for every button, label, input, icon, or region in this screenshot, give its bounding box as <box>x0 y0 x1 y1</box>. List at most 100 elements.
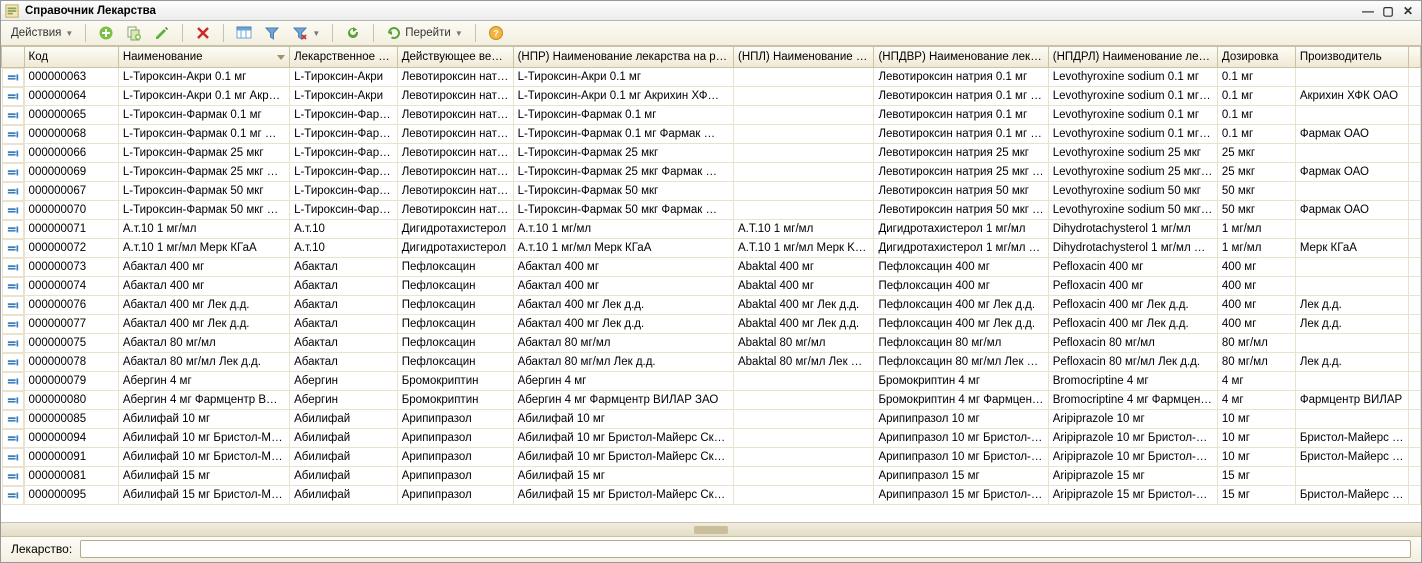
table-row[interactable]: 000000073Абактал 400 мгАбакталПефлоксаци… <box>2 258 1421 277</box>
cell-leksred: Абактал <box>290 334 398 353</box>
col-npr-header[interactable]: (НПР) Наименование лекарства на рус… <box>513 47 733 67</box>
table-row[interactable]: 000000063L-Тироксин-Акри 0.1 мгL-Тирокси… <box>2 67 1421 87</box>
table-row[interactable]: 000000080Абергин 4 мг Фармцентр В…Аберги… <box>2 391 1421 410</box>
maximize-button[interactable]: ▢ <box>1379 4 1397 18</box>
refresh-button[interactable] <box>341 23 365 43</box>
cell-deistv: Пефлоксацин <box>397 353 513 372</box>
col-tail-header[interactable] <box>1408 47 1420 67</box>
cell-code: 000000077 <box>24 315 118 334</box>
cell-doz: 0.1 мг <box>1217 87 1295 106</box>
filter-input[interactable] <box>80 540 1411 558</box>
filter-table-button[interactable] <box>232 23 256 43</box>
row-marker <box>2 125 24 144</box>
row-marker <box>2 315 24 334</box>
cell-npr: L-Тироксин-Фармак 25 мкг <box>513 144 733 163</box>
cell-leksred: Абактал <box>290 315 398 334</box>
titlebar[interactable]: Справочник Лекарства — ▢ ✕ <box>1 1 1421 21</box>
cell-npdrl: Levothyroxine sodium 50 мкг <box>1048 182 1217 201</box>
table-row[interactable]: 000000091Абилифай 10 мг Бристол-Ма…Абили… <box>2 448 1421 467</box>
col-name-header[interactable]: Наименование <box>118 47 289 67</box>
table-row[interactable]: 000000067L-Тироксин-Фармак 50 мкгL-Тирок… <box>2 182 1421 201</box>
col-npl-header[interactable]: (НПЛ) Наименование ле… <box>733 47 873 67</box>
help-button[interactable]: ? <box>484 23 508 43</box>
filter-clear-button[interactable]: ▼ <box>288 23 324 43</box>
cell-npl <box>733 106 873 125</box>
row-marker <box>2 258 24 277</box>
cell-code: 000000069 <box>24 163 118 182</box>
row-marker <box>2 429 24 448</box>
table-row[interactable]: 000000079Абергин 4 мгАбергинБромокриптин… <box>2 372 1421 391</box>
table-row[interactable]: 000000072А.т.10 1 мг/мл Мерк КГаАА.т.10Д… <box>2 239 1421 258</box>
col-doz-header[interactable]: Дозировка <box>1217 47 1295 67</box>
row-marker <box>2 144 24 163</box>
minimize-button[interactable]: — <box>1359 4 1377 18</box>
cell-npl <box>733 448 873 467</box>
col-leksred-header[interactable]: Лекарственное с… <box>290 47 398 67</box>
refresh-icon <box>345 25 361 41</box>
col-npldvr-header[interactable]: (НПДВР) Наименование лекар… <box>874 47 1048 67</box>
cell-tail <box>1408 87 1420 106</box>
scrollbar-thumb[interactable] <box>694 526 728 534</box>
cell-npl <box>733 201 873 220</box>
table-row[interactable]: 000000094Абилифай 10 мг Бристол-Ма…Абили… <box>2 429 1421 448</box>
col-code-header[interactable]: Код <box>24 47 118 67</box>
cell-proizv: Фармцентр ВИЛАР <box>1295 391 1408 410</box>
cell-npl <box>733 486 873 505</box>
cell-npl <box>733 391 873 410</box>
column-header-row[interactable]: Код Наименование Лекарственное с… Действ… <box>2 47 1421 67</box>
edit-button[interactable] <box>150 23 174 43</box>
cell-leksred: А.т.10 <box>290 239 398 258</box>
table-row[interactable]: 000000070L-Тироксин-Фармак 50 мкг …L-Тир… <box>2 201 1421 220</box>
cell-proizv: Лек д.д. <box>1295 353 1408 372</box>
table-row[interactable]: 000000076Абактал 400 мг Лек д.д.АбакталП… <box>2 296 1421 315</box>
cell-tail <box>1408 277 1420 296</box>
cell-tail <box>1408 67 1420 87</box>
table-row[interactable]: 000000064L-Тироксин-Акри 0.1 мг Акр…L-Ти… <box>2 87 1421 106</box>
cell-npdrl: Levothyroxine sodium 0.1 мг … <box>1048 125 1217 144</box>
horizontal-scrollbar[interactable] <box>1 522 1421 536</box>
grid-scroll[interactable]: Код Наименование Лекарственное с… Действ… <box>1 47 1421 522</box>
table-row[interactable]: 000000075Абактал 80 мг/млАбакталПефлокса… <box>2 334 1421 353</box>
table-row[interactable]: 000000065L-Тироксин-Фармак 0.1 мгL-Тирок… <box>2 106 1421 125</box>
table-row[interactable]: 000000071А.т.10 1 мг/млА.т.10Дигидротахи… <box>2 220 1421 239</box>
table-row[interactable]: 000000069L-Тироксин-Фармак 25 мкг …L-Тир… <box>2 163 1421 182</box>
col-proizv-header[interactable]: Производитель <box>1295 47 1408 67</box>
table-row[interactable]: 000000095Абилифай 15 мг Бристол-Ма…Абили… <box>2 486 1421 505</box>
close-button[interactable]: ✕ <box>1399 4 1417 18</box>
table-row[interactable]: 000000077Абактал 400 мг Лек д.д.АбакталП… <box>2 315 1421 334</box>
cell-proizv: Бристол-Майерс Ск <box>1295 429 1408 448</box>
cell-code: 000000074 <box>24 277 118 296</box>
cell-npl: Abaktal 400 мг Лек д.д. <box>733 296 873 315</box>
cell-npr: Абактал 80 мг/мл <box>513 334 733 353</box>
cell-deistv: Арипипразол <box>397 448 513 467</box>
cell-npr: L-Тироксин-Акри 0.1 мг Акрихин ХФ… <box>513 87 733 106</box>
table-row[interactable]: 000000085Абилифай 10 мгАбилифайАрипипраз… <box>2 410 1421 429</box>
table-row[interactable]: 000000078Абактал 80 мг/мл Лек д.д.Абакта… <box>2 353 1421 372</box>
cell-proizv <box>1295 372 1408 391</box>
cell-leksred: L-Тироксин-Акри <box>290 87 398 106</box>
table-row[interactable]: 000000081Абилифай 15 мгАбилифайАрипипраз… <box>2 467 1421 486</box>
data-grid[interactable]: Код Наименование Лекарственное с… Действ… <box>1 47 1421 505</box>
cell-proizv: Фармак ОАО <box>1295 125 1408 144</box>
cell-npdrl: Levothyroxine sodium 25 мкг <box>1048 144 1217 163</box>
cell-doz: 1 мг/мл <box>1217 239 1295 258</box>
filter-funnel-button[interactable] <box>260 23 284 43</box>
actions-menu[interactable]: Действия▼ <box>7 23 77 43</box>
cell-npr: Абактал 80 мг/мл Лек д.д. <box>513 353 733 372</box>
cell-npdrl: Bromocriptine 4 мг Фармцен… <box>1048 391 1217 410</box>
cell-leksred: L-Тироксин-Фар… <box>290 125 398 144</box>
go-menu[interactable]: Перейти▼ <box>382 23 467 43</box>
cell-deistv: Левотироксин натр… <box>397 182 513 201</box>
copy-button[interactable] <box>122 23 146 43</box>
row-marker <box>2 239 24 258</box>
row-marker <box>2 334 24 353</box>
col-deistv-header[interactable]: Действующее веще… <box>397 47 513 67</box>
cell-code: 000000080 <box>24 391 118 410</box>
delete-button[interactable] <box>191 23 215 43</box>
table-row[interactable]: 000000074Абактал 400 мгАбакталПефлоксаци… <box>2 277 1421 296</box>
col-npdrl-header[interactable]: (НПДРЛ) Наименование лека… <box>1048 47 1217 67</box>
table-row[interactable]: 000000068L-Тироксин-Фармак 0.1 мг …L-Тир… <box>2 125 1421 144</box>
add-button[interactable] <box>94 23 118 43</box>
table-row[interactable]: 000000066L-Тироксин-Фармак 25 мкгL-Тирок… <box>2 144 1421 163</box>
col-marker-header[interactable] <box>2 47 25 67</box>
